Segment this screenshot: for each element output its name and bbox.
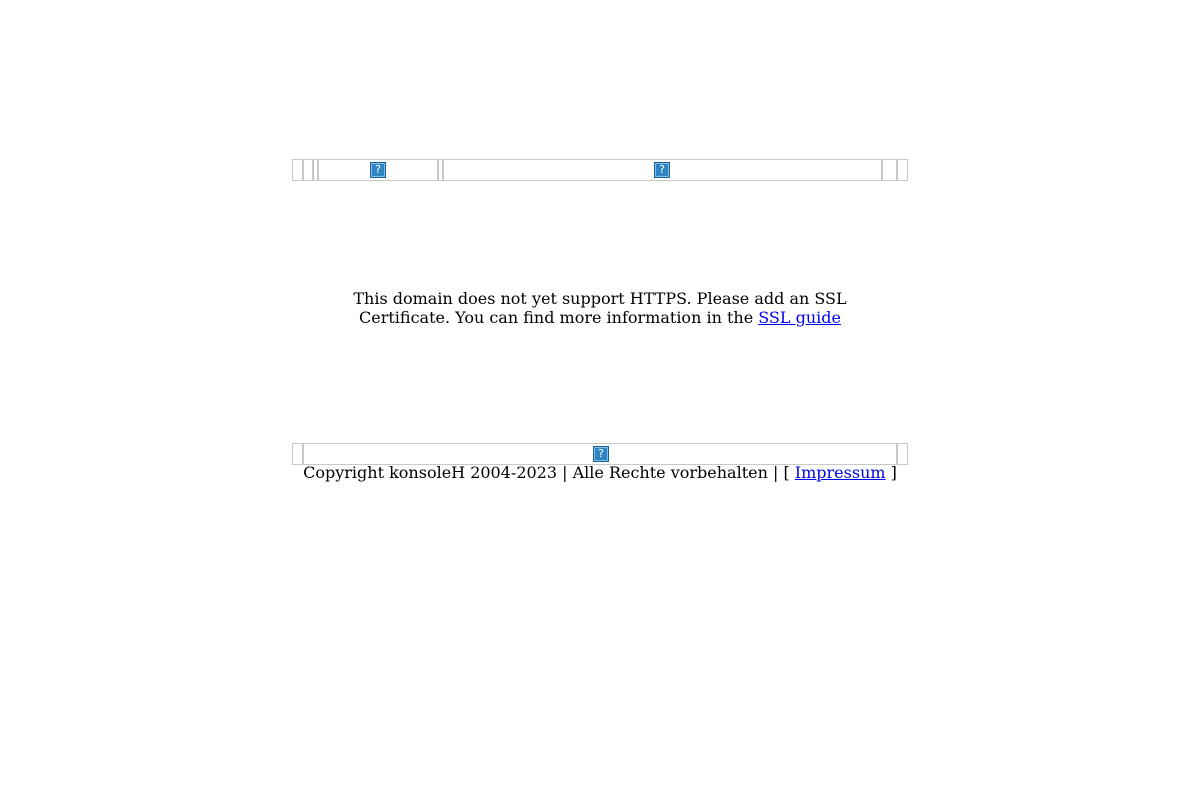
broken-image-icon: ? xyxy=(370,162,386,178)
impressum-link[interactable]: Impressum xyxy=(795,463,886,482)
header-image-right-edge xyxy=(897,159,908,181)
ssl-guide-link[interactable]: SSL guide xyxy=(758,308,841,327)
header-image-left-edge xyxy=(292,159,303,181)
copyright-text: Copyright konsoleH 2004-2023 | Alle Rech… xyxy=(303,463,795,482)
footer-image-left-edge xyxy=(292,443,303,465)
broken-image-icon: ? xyxy=(593,446,609,462)
footer-banner-image: ? xyxy=(303,443,897,465)
broken-image-icon: ? xyxy=(654,162,670,178)
footer: Copyright konsoleH 2004-2023 | Alle Rech… xyxy=(290,463,910,482)
header-image-spacer xyxy=(303,159,313,181)
footer-bracket-close: ] xyxy=(885,463,897,482)
page: ? ? This domain does not yet support HTT… xyxy=(0,0,1200,800)
https-notice: This domain does not yet support HTTPS. … xyxy=(300,289,900,327)
header-image-spacer xyxy=(882,159,897,181)
header-logo-image[interactable]: ? xyxy=(318,159,438,181)
https-notice-line2: Certificate. You can find more informati… xyxy=(359,308,759,327)
footer-image-right-edge xyxy=(897,443,908,465)
header-banner-image: ? xyxy=(443,159,882,181)
https-notice-line1: This domain does not yet support HTTPS. … xyxy=(353,289,847,308)
